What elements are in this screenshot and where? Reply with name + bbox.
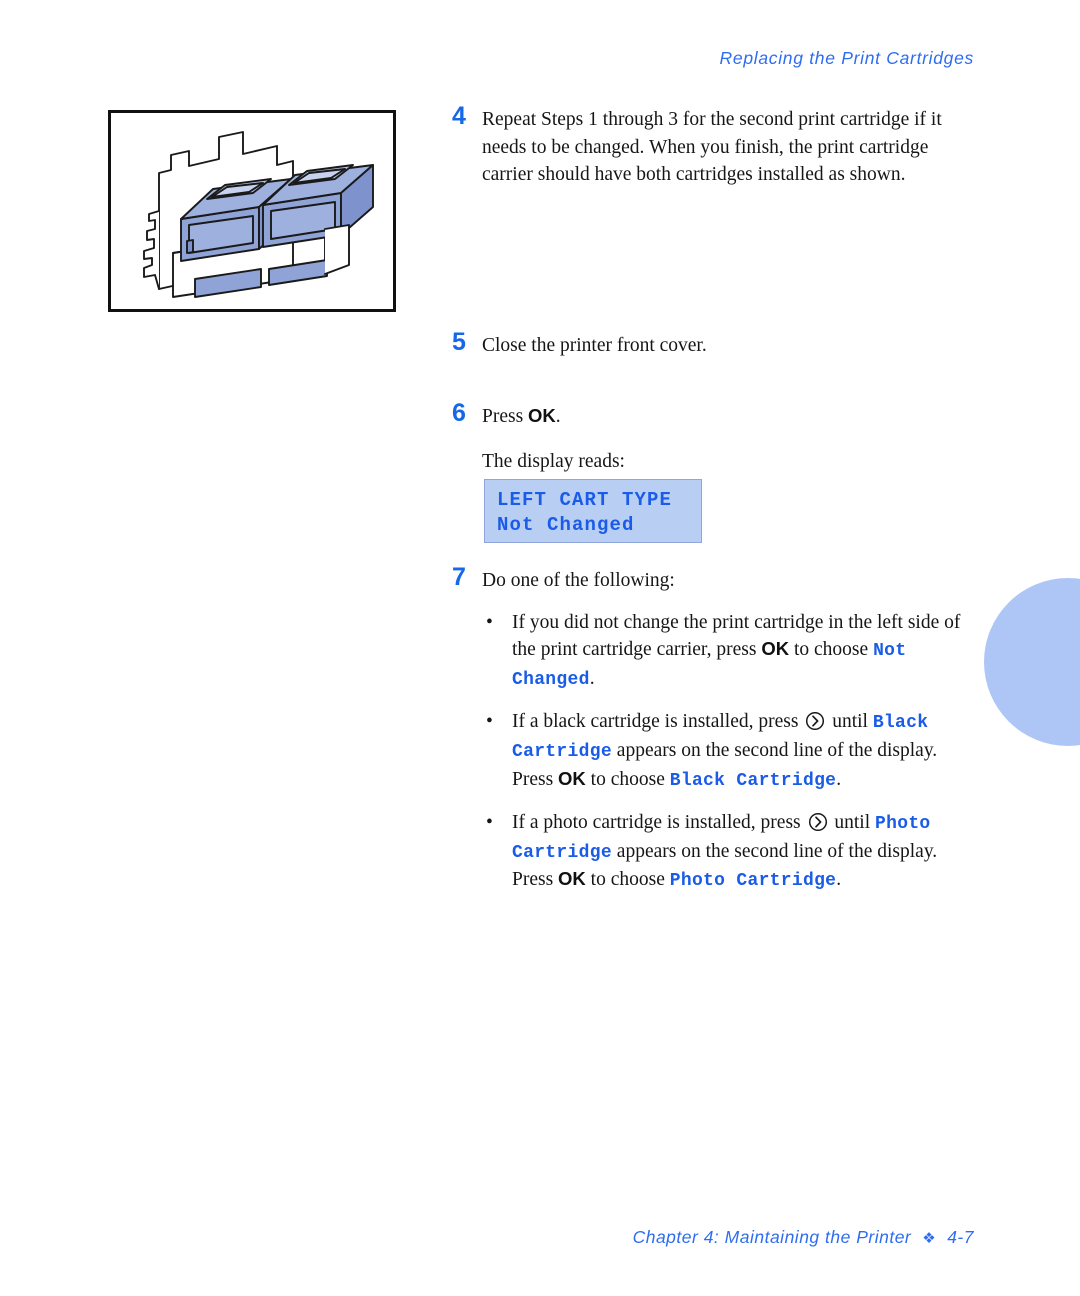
bullet-2-part4: to choose [585, 768, 670, 790]
cartridge-carrier-illustration [143, 131, 374, 298]
step-6-display-intro: The display reads: [482, 450, 625, 472]
lcd-display-panel: LEFT CART TYPE Not Changed [484, 479, 702, 543]
step-6-press-line: Press OK. [482, 403, 625, 431]
bullet-marker: • [486, 812, 493, 834]
bullet-3-part1: If a photo cartridge is installed, press [512, 812, 806, 834]
bullet-2-mono-black-cartridge-2: Black Cartridge [669, 770, 837, 791]
step-5-text: Close the printer front cover. [482, 335, 707, 356]
bullet-1-part3: . [589, 667, 595, 689]
step-5-number: 5 [452, 328, 466, 356]
step-7-bullet-list: • If you did not change the print cartrid… [482, 609, 972, 895]
bullet-3-part4: to choose [585, 869, 670, 891]
running-header: Replacing the Print Cartridges [719, 48, 974, 68]
step-7: 7 Do one of the following: • If you did n… [452, 563, 972, 895]
lcd-line-2: Not Changed [497, 514, 635, 537]
footer-page-number: 4-7 [947, 1227, 974, 1247]
step-6: 6 Press OK. The display reads: [452, 399, 976, 475]
step-4-number: 4 [452, 102, 466, 130]
bullet-2-part1: If a black cartridge is installed, press [512, 711, 804, 733]
step-6-number: 6 [452, 399, 466, 427]
bullet-3-ok-key: OK [558, 868, 586, 890]
step-5: 5 Close the printer front cover. [452, 328, 976, 360]
ok-key-label: OK [528, 405, 556, 426]
bullet-marker: • [486, 611, 493, 633]
step-7-number: 7 [452, 563, 466, 591]
figure-print-cartridge-carrier [108, 110, 396, 312]
bullet-3-part2: until [829, 812, 876, 834]
step-7-text: Do one of the following: [482, 570, 675, 591]
bullet-1-ok-key: OK [761, 638, 790, 660]
bullet-not-changed: • If you did not change the print cartrid… [482, 609, 972, 694]
right-arrow-circle-icon [808, 812, 828, 832]
step-6-press-label: Press [482, 406, 529, 427]
step-4-body: Repeat Steps 1 through 3 for the second … [482, 106, 976, 189]
step-6-body: Press OK. The display reads: [482, 403, 625, 475]
step-5-body: Close the printer front cover. [482, 332, 707, 360]
diamond-icon: ❖ [922, 1229, 937, 1247]
step-4: 4 Repeat Steps 1 through 3 for the secon… [452, 102, 976, 189]
bullet-2-part2: until [827, 711, 873, 733]
page-footer: Chapter 4: Maintaining the Printer ❖ 4-7 [633, 1227, 974, 1248]
bullet-1-part2: to choose [789, 639, 874, 661]
lcd-line-1: LEFT CART TYPE [497, 489, 673, 511]
step-7-body: Do one of the following: • If you did not… [482, 567, 972, 895]
step-6-period: . [555, 406, 561, 427]
right-arrow-circle-icon [805, 711, 825, 731]
bullet-3-mono-photo-cartridge-2: Photo Cartridge [669, 871, 837, 892]
bullet-photo-cartridge: • If a photo cartridge is installed, pres… [482, 809, 972, 895]
bullet-2-part5: . [836, 768, 842, 790]
bullet-3-part5: . [836, 869, 842, 891]
bullet-marker: • [486, 711, 493, 733]
edge-thumb-tab [984, 578, 1080, 746]
bullet-2-ok-key: OK [558, 767, 586, 789]
footer-chapter-label: Chapter 4: Maintaining the Printer [632, 1227, 912, 1247]
bullet-black-cartridge: • If a black cartridge is installed, pres… [482, 708, 972, 794]
step-4-text: Repeat Steps 1 through 3 for the second … [482, 109, 942, 186]
